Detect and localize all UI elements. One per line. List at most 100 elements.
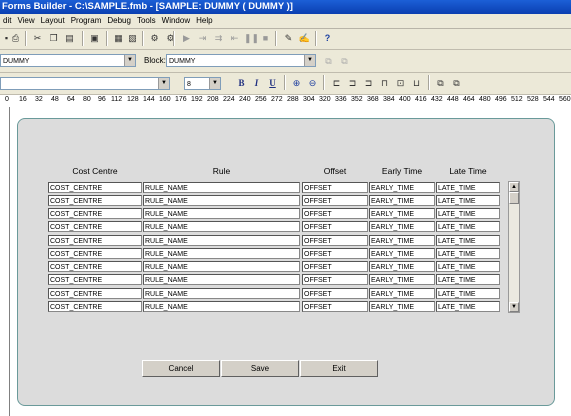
offset-field[interactable]: OFFSET [302, 274, 368, 285]
wizard-icon[interactable]: ✎ [282, 32, 295, 45]
cut-icon[interactable]: ✂ [31, 32, 44, 45]
early-time-field[interactable]: EARLY_TIME [369, 208, 435, 219]
offset-field[interactable]: OFFSET [302, 208, 368, 219]
align-bottom-icon[interactable]: ⊔ [410, 77, 423, 90]
offset-field[interactable]: OFFSET [302, 261, 368, 272]
early-time-field[interactable]: EARLY_TIME [369, 221, 435, 232]
align-center-icon[interactable]: ⊐ [346, 77, 359, 90]
early-time-field[interactable]: EARLY_TIME [369, 301, 435, 312]
copy-icon[interactable]: ❐ [47, 32, 60, 45]
scroll-thumb[interactable] [509, 192, 519, 204]
align-right-icon[interactable]: ⊐ [362, 77, 375, 90]
cost-centre-field[interactable]: COST_CENTRE [48, 208, 142, 219]
align-top-icon[interactable]: ⊓ [378, 77, 391, 90]
cost-centre-field[interactable]: COST_CENTRE [48, 182, 142, 193]
offset-field[interactable]: OFFSET [302, 301, 368, 312]
early-time-field[interactable]: EARLY_TIME [369, 261, 435, 272]
rule-field[interactable]: RULE_NAME [143, 261, 300, 272]
rule-field[interactable]: RULE_NAME [143, 182, 300, 193]
early-time-field[interactable]: EARLY_TIME [369, 274, 435, 285]
pause-icon[interactable]: ❚❚ [244, 32, 259, 45]
cost-centre-field[interactable]: COST_CENTRE [48, 301, 142, 312]
form-combo[interactable]: DUMMY ▼ [0, 54, 136, 67]
menu-tools[interactable]: Tools [134, 14, 159, 28]
scroll-up-icon[interactable]: ▲ [509, 182, 519, 192]
send-back-icon[interactable]: ⧉ [450, 77, 463, 90]
cost-centre-field[interactable]: COST_CENTRE [48, 288, 142, 299]
zoom-out-icon[interactable]: ⊖ [306, 77, 319, 90]
late-time-field[interactable]: LATE_TIME [436, 248, 500, 259]
prev-object-icon[interactable]: ⧉ [322, 55, 335, 68]
late-time-field[interactable]: LATE_TIME [436, 182, 500, 193]
early-time-field[interactable]: EARLY_TIME [369, 248, 435, 259]
cost-centre-field[interactable]: COST_CENTRE [48, 235, 142, 246]
run-form-icon[interactable]: ▦ [112, 32, 125, 45]
early-time-field[interactable]: EARLY_TIME [369, 288, 435, 299]
late-time-field[interactable]: LATE_TIME [436, 274, 500, 285]
go-icon[interactable]: ▶ [180, 32, 193, 45]
menu-window[interactable]: Window [159, 14, 193, 28]
cost-centre-field[interactable]: COST_CENTRE [48, 195, 142, 206]
zoom-in-icon[interactable]: ⊕ [290, 77, 303, 90]
chevron-down-icon[interactable]: ▼ [124, 55, 135, 66]
rule-field[interactable]: RULE_NAME [143, 288, 300, 299]
block-combo[interactable]: DUMMY ▼ [166, 54, 316, 67]
menu-help[interactable]: Help [193, 14, 215, 28]
late-time-field[interactable]: LATE_TIME [436, 221, 500, 232]
debug-icon[interactable]: ▧ [126, 32, 139, 45]
scroll-down-icon[interactable]: ▼ [509, 302, 519, 312]
late-time-field[interactable]: LATE_TIME [436, 235, 500, 246]
paste-icon[interactable]: ▤ [63, 32, 76, 45]
underline-button[interactable]: U [266, 77, 279, 90]
bold-button[interactable]: B [235, 77, 248, 90]
rule-field[interactable]: RULE_NAME [143, 248, 300, 259]
cost-centre-field[interactable]: COST_CENTRE [48, 261, 142, 272]
menu-program[interactable]: Program [68, 14, 105, 28]
stop-icon[interactable]: ■ [259, 32, 272, 45]
late-time-field[interactable]: LATE_TIME [436, 301, 500, 312]
offset-field[interactable]: OFFSET [302, 248, 368, 259]
align-middle-icon[interactable]: ⊡ [394, 77, 407, 90]
chevron-down-icon[interactable]: ▼ [209, 78, 220, 89]
early-time-field[interactable]: EARLY_TIME [369, 235, 435, 246]
late-time-field[interactable]: LATE_TIME [436, 195, 500, 206]
exit-button[interactable]: Exit [300, 360, 378, 377]
late-time-field[interactable]: LATE_TIME [436, 261, 500, 272]
offset-field[interactable]: OFFSET [302, 182, 368, 193]
offset-field[interactable]: OFFSET [302, 195, 368, 206]
vertical-scrollbar[interactable]: ▲ ▼ [508, 181, 520, 313]
rule-field[interactable]: RULE_NAME [143, 195, 300, 206]
cost-centre-field[interactable]: COST_CENTRE [48, 248, 142, 259]
compile-icon[interactable]: ▣ [88, 32, 101, 45]
late-time-field[interactable]: LATE_TIME [436, 208, 500, 219]
late-time-field[interactable]: LATE_TIME [436, 288, 500, 299]
early-time-field[interactable]: EARLY_TIME [369, 182, 435, 193]
offset-field[interactable]: OFFSET [302, 221, 368, 232]
print-icon[interactable]: ⎙ [9, 32, 22, 45]
chevron-down-icon[interactable]: ▼ [158, 78, 169, 89]
align-left-icon[interactable]: ⊏ [330, 77, 343, 90]
early-time-field[interactable]: EARLY_TIME [369, 195, 435, 206]
font-name-combo[interactable]: ▼ [0, 77, 170, 90]
menu-layout[interactable]: Layout [38, 14, 68, 28]
offset-field[interactable]: OFFSET [302, 288, 368, 299]
offset-field[interactable]: OFFSET [302, 235, 368, 246]
rule-field[interactable]: RULE_NAME [143, 274, 300, 285]
chevron-down-icon[interactable]: ▼ [304, 55, 315, 66]
menu-debug[interactable]: Debug [104, 14, 134, 28]
module-icon[interactable]: ⚙ [148, 32, 161, 45]
next-object-icon[interactable]: ⧉ [338, 55, 351, 68]
run-debug-icon[interactable]: ⚙ [164, 32, 177, 45]
rule-field[interactable]: RULE_NAME [143, 208, 300, 219]
rule-field[interactable]: RULE_NAME [143, 301, 300, 312]
save-button[interactable]: Save [221, 360, 299, 377]
rule-field[interactable]: RULE_NAME [143, 221, 300, 232]
cancel-button[interactable]: Cancel [142, 360, 220, 377]
bring-front-icon[interactable]: ⧉ [434, 77, 447, 90]
edit-wizard-icon[interactable]: ✍ [298, 32, 311, 45]
menu-view[interactable]: View [14, 14, 37, 28]
italic-button[interactable]: I [250, 77, 263, 90]
cost-centre-field[interactable]: COST_CENTRE [48, 274, 142, 285]
rule-field[interactable]: RULE_NAME [143, 235, 300, 246]
step-into-icon[interactable]: ⇥ [196, 32, 209, 45]
